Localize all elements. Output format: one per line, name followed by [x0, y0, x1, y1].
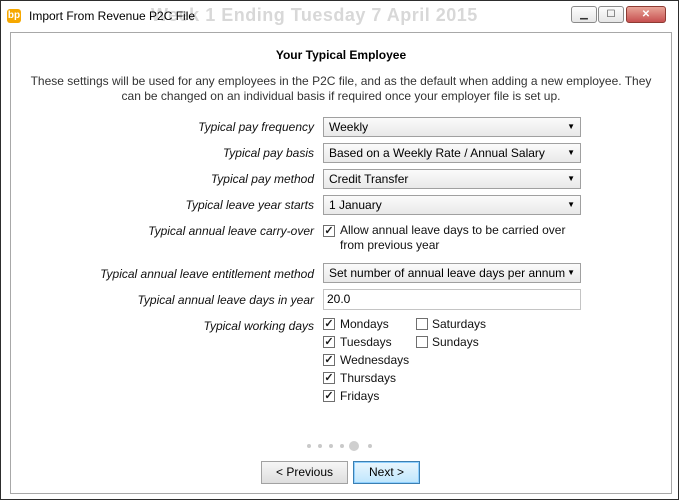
app-logo-icon: bp [7, 9, 21, 23]
carry-over-checkbox[interactable]: ✓ [323, 225, 335, 237]
maximize-button[interactable]: ☐ [598, 6, 624, 23]
thursdays-label[interactable]: Thursdays [340, 371, 396, 385]
sundays-checkbox[interactable] [416, 336, 428, 348]
carry-over-checkbox-label[interactable]: Allow annual leave days to be carried ov… [340, 223, 576, 253]
next-button[interactable]: Next > [353, 461, 420, 484]
leave-days-label: Typical annual leave days in year [137, 293, 314, 307]
chevron-down-icon: ▼ [567, 122, 575, 131]
leave-year-starts-select[interactable]: 1 January ▼ [323, 195, 581, 215]
chevron-down-icon: ▼ [567, 200, 575, 209]
close-button[interactable]: ✕ [626, 6, 666, 23]
mondays-label[interactable]: Mondays [340, 317, 389, 331]
step-dot [340, 444, 344, 448]
chevron-down-icon: ▼ [567, 148, 575, 157]
page-title: Your Typical Employee [275, 48, 407, 62]
wizard-panel: Your Typical Employee These settings wil… [10, 32, 672, 494]
step-dot [318, 444, 322, 448]
chevron-down-icon: ▼ [567, 174, 575, 183]
pay-basis-select[interactable]: Based on a Weekly Rate / Annual Salary ▼ [323, 143, 581, 163]
fridays-label[interactable]: Fridays [340, 389, 379, 403]
fridays-checkbox[interactable]: ✓ [323, 390, 335, 402]
pay-frequency-value: Weekly [329, 120, 369, 134]
pay-frequency-label: Typical pay frequency [198, 120, 314, 134]
step-dot [329, 444, 333, 448]
pay-method-value: Credit Transfer [329, 172, 409, 186]
pay-method-label: Typical pay method [210, 172, 314, 186]
title-bar[interactable]: Week 1 Ending Tuesday 7 April 2015 bp Im… [1, 1, 678, 31]
wednesdays-label[interactable]: Wednesdays [340, 353, 409, 367]
mondays-checkbox[interactable]: ✓ [323, 318, 335, 330]
working-days-label: Typical working days [203, 319, 314, 333]
carry-over-label: Typical annual leave carry-over [148, 224, 314, 238]
entitlement-method-select[interactable]: Set number of annual leave days per annu… [323, 263, 581, 283]
previous-button[interactable]: < Previous [261, 461, 348, 484]
step-dot [307, 444, 311, 448]
pay-basis-label: Typical pay basis [222, 146, 314, 160]
minimize-button[interactable]: ▁ [571, 6, 597, 23]
tuesdays-label[interactable]: Tuesdays [340, 335, 392, 349]
window-title: Import From Revenue P2C File [29, 9, 196, 23]
saturdays-label[interactable]: Saturdays [432, 317, 486, 331]
thursdays-checkbox[interactable]: ✓ [323, 372, 335, 384]
page-description: These settings will be used for any empl… [30, 74, 652, 103]
step-dot-current [349, 441, 359, 451]
tuesdays-checkbox[interactable]: ✓ [323, 336, 335, 348]
entitlement-method-value: Set number of annual leave days per annu… [329, 266, 566, 280]
background-window-text: Week 1 Ending Tuesday 7 April 2015 [151, 5, 478, 25]
wizard-step-indicator [307, 440, 377, 452]
entitlement-method-label: Typical annual leave entitlement method [100, 267, 314, 281]
pay-method-select[interactable]: Credit Transfer ▼ [323, 169, 581, 189]
pay-frequency-select[interactable]: Weekly ▼ [323, 117, 581, 137]
chevron-down-icon: ▼ [567, 268, 575, 277]
pay-basis-value: Based on a Weekly Rate / Annual Salary [329, 146, 545, 160]
wednesdays-checkbox[interactable]: ✓ [323, 354, 335, 366]
step-dot [368, 444, 372, 448]
leave-days-input[interactable]: 20.0 [323, 289, 581, 310]
leave-year-starts-label: Typical leave year starts [185, 198, 315, 212]
saturdays-checkbox[interactable] [416, 318, 428, 330]
import-dialog: Week 1 Ending Tuesday 7 April 2015 bp Im… [0, 0, 679, 500]
sundays-label[interactable]: Sundays [432, 335, 479, 349]
leave-year-starts-value: 1 January [329, 198, 382, 212]
